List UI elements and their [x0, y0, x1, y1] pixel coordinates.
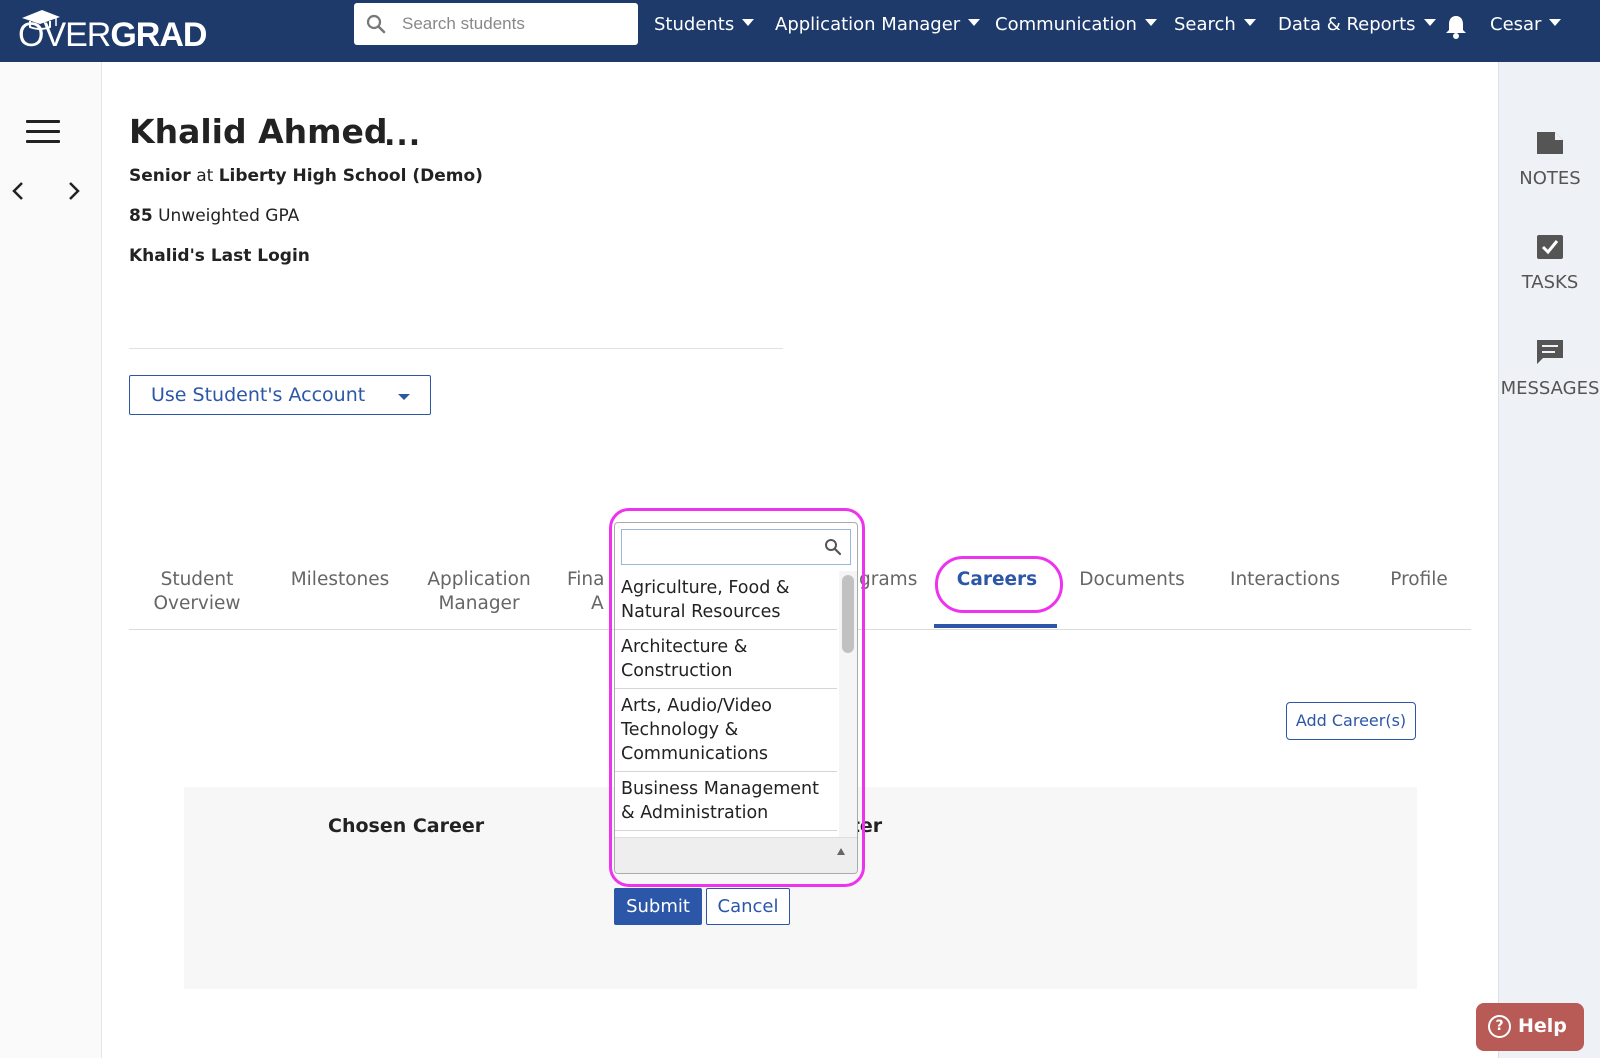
- nav-communication-label: Communication: [995, 14, 1137, 35]
- checkbox-task-icon: [1537, 235, 1563, 259]
- nav-application-manager-label: Application Manager: [775, 14, 961, 35]
- tab-application-manager[interactable]: Application Manager: [415, 568, 543, 616]
- submit-button[interactable]: Submit: [614, 888, 702, 925]
- tab-label-line1: Interactions: [1229, 569, 1340, 590]
- nav-communication[interactable]: Communication: [995, 14, 1157, 44]
- user-menu[interactable]: Cesar: [1490, 14, 1562, 44]
- tab-label-line2: Overview: [153, 593, 241, 614]
- careers-tab-highlight-annotation: [935, 556, 1063, 613]
- tab-profile[interactable]: Profile: [1381, 568, 1457, 592]
- tab-programs[interactable]: grams: [859, 568, 939, 592]
- nav-students-label: Students: [654, 14, 735, 35]
- tab-label-line1: Student: [160, 569, 234, 590]
- help-button[interactable]: ? Help: [1476, 1003, 1584, 1051]
- tab-label-line1: Documents: [1079, 569, 1185, 590]
- nav-application-manager[interactable]: Application Manager: [775, 14, 981, 44]
- left-rail: [0, 62, 102, 1058]
- tab-student-overview[interactable]: Student Overview: [129, 568, 265, 616]
- search-students-box[interactable]: [354, 3, 638, 45]
- student-grade-school: Senior at Liberty High School (Demo): [129, 166, 483, 186]
- right-rail: NOTES TASKS MESSAGES: [1498, 62, 1600, 1058]
- notifications-bell-icon[interactable]: [1444, 14, 1468, 40]
- tasks-label: TASKS: [1521, 272, 1579, 293]
- tab-label-line2: Manager: [438, 593, 520, 614]
- caret-down-icon: [1144, 19, 1157, 26]
- gpa-label: Unweighted GPA: [158, 206, 300, 226]
- search-icon: [366, 14, 386, 34]
- student-name: Khalid Ahmed: [129, 112, 388, 151]
- messages-rail-button[interactable]: MESSAGES: [1499, 338, 1600, 399]
- student-gpa: 85 Unweighted GPA: [129, 206, 299, 226]
- note-icon: [1537, 132, 1563, 154]
- dropdown-highlight-annotation: [609, 508, 865, 887]
- message-bubble-icon: [1537, 340, 1563, 364]
- search-students-input[interactable]: [402, 11, 627, 37]
- top-navbar: OVERGRAD Students Application Manager Co…: [0, 0, 1600, 62]
- tab-interactions[interactable]: Interactions: [1223, 568, 1347, 592]
- gpa-value: 85: [129, 206, 153, 226]
- tab-documents[interactable]: Documents: [1077, 568, 1187, 592]
- tab-label-line1: Profile: [1390, 569, 1448, 590]
- tab-label-line1: grams: [859, 569, 918, 590]
- caret-down-icon: [1243, 19, 1256, 26]
- student-grade: Senior: [129, 166, 191, 186]
- tasks-rail-button[interactable]: TASKS: [1499, 234, 1600, 293]
- user-menu-label: Cesar: [1490, 14, 1542, 35]
- overgrad-logo[interactable]: OVERGRAD: [18, 8, 218, 54]
- student-school: Liberty High School (Demo): [218, 166, 483, 186]
- caret-down-icon: [1423, 19, 1436, 26]
- caret-down-icon: [398, 394, 410, 400]
- help-question-icon: ?: [1488, 1015, 1511, 1038]
- active-tab-underline: [934, 624, 1057, 628]
- cancel-button[interactable]: Cancel: [706, 888, 790, 925]
- next-student-arrow-icon[interactable]: [66, 180, 82, 202]
- tab-label-line1: Application: [427, 569, 531, 590]
- caret-down-icon: [1549, 19, 1562, 26]
- tab-label-line1: Milestones: [290, 569, 390, 590]
- nav-search-label: Search: [1174, 14, 1236, 35]
- logo-text-over: OVER: [18, 16, 111, 54]
- nav-search[interactable]: Search: [1174, 14, 1256, 44]
- student-last-login[interactable]: Khalid's Last Login: [129, 246, 310, 266]
- nav-data-reports[interactable]: Data & Reports: [1278, 14, 1436, 44]
- nav-data-reports-label: Data & Reports: [1278, 14, 1416, 35]
- hamburger-menu-icon[interactable]: [26, 120, 60, 146]
- caret-down-icon: [968, 19, 981, 26]
- caret-down-icon: [742, 19, 755, 26]
- use-student-account-label: Use Student's Account: [151, 384, 366, 406]
- use-student-account-button[interactable]: Use Student's Account: [129, 375, 431, 415]
- notes-rail-button[interactable]: NOTES: [1499, 130, 1600, 189]
- chosen-career-header: Chosen Career: [328, 815, 485, 837]
- divider: [129, 348, 783, 349]
- logo-text-grad: GRAD: [110, 16, 207, 54]
- help-label: Help: [1518, 1015, 1567, 1037]
- more-options-button[interactable]: ...: [384, 118, 421, 153]
- previous-student-arrow-icon[interactable]: [10, 180, 26, 202]
- nav-students[interactable]: Students: [654, 14, 755, 44]
- messages-label: MESSAGES: [1500, 378, 1600, 399]
- notes-label: NOTES: [1519, 168, 1581, 189]
- student-at-text: at: [196, 166, 214, 186]
- add-careers-button[interactable]: Add Career(s): [1286, 702, 1416, 740]
- tab-milestones[interactable]: Milestones: [279, 568, 401, 592]
